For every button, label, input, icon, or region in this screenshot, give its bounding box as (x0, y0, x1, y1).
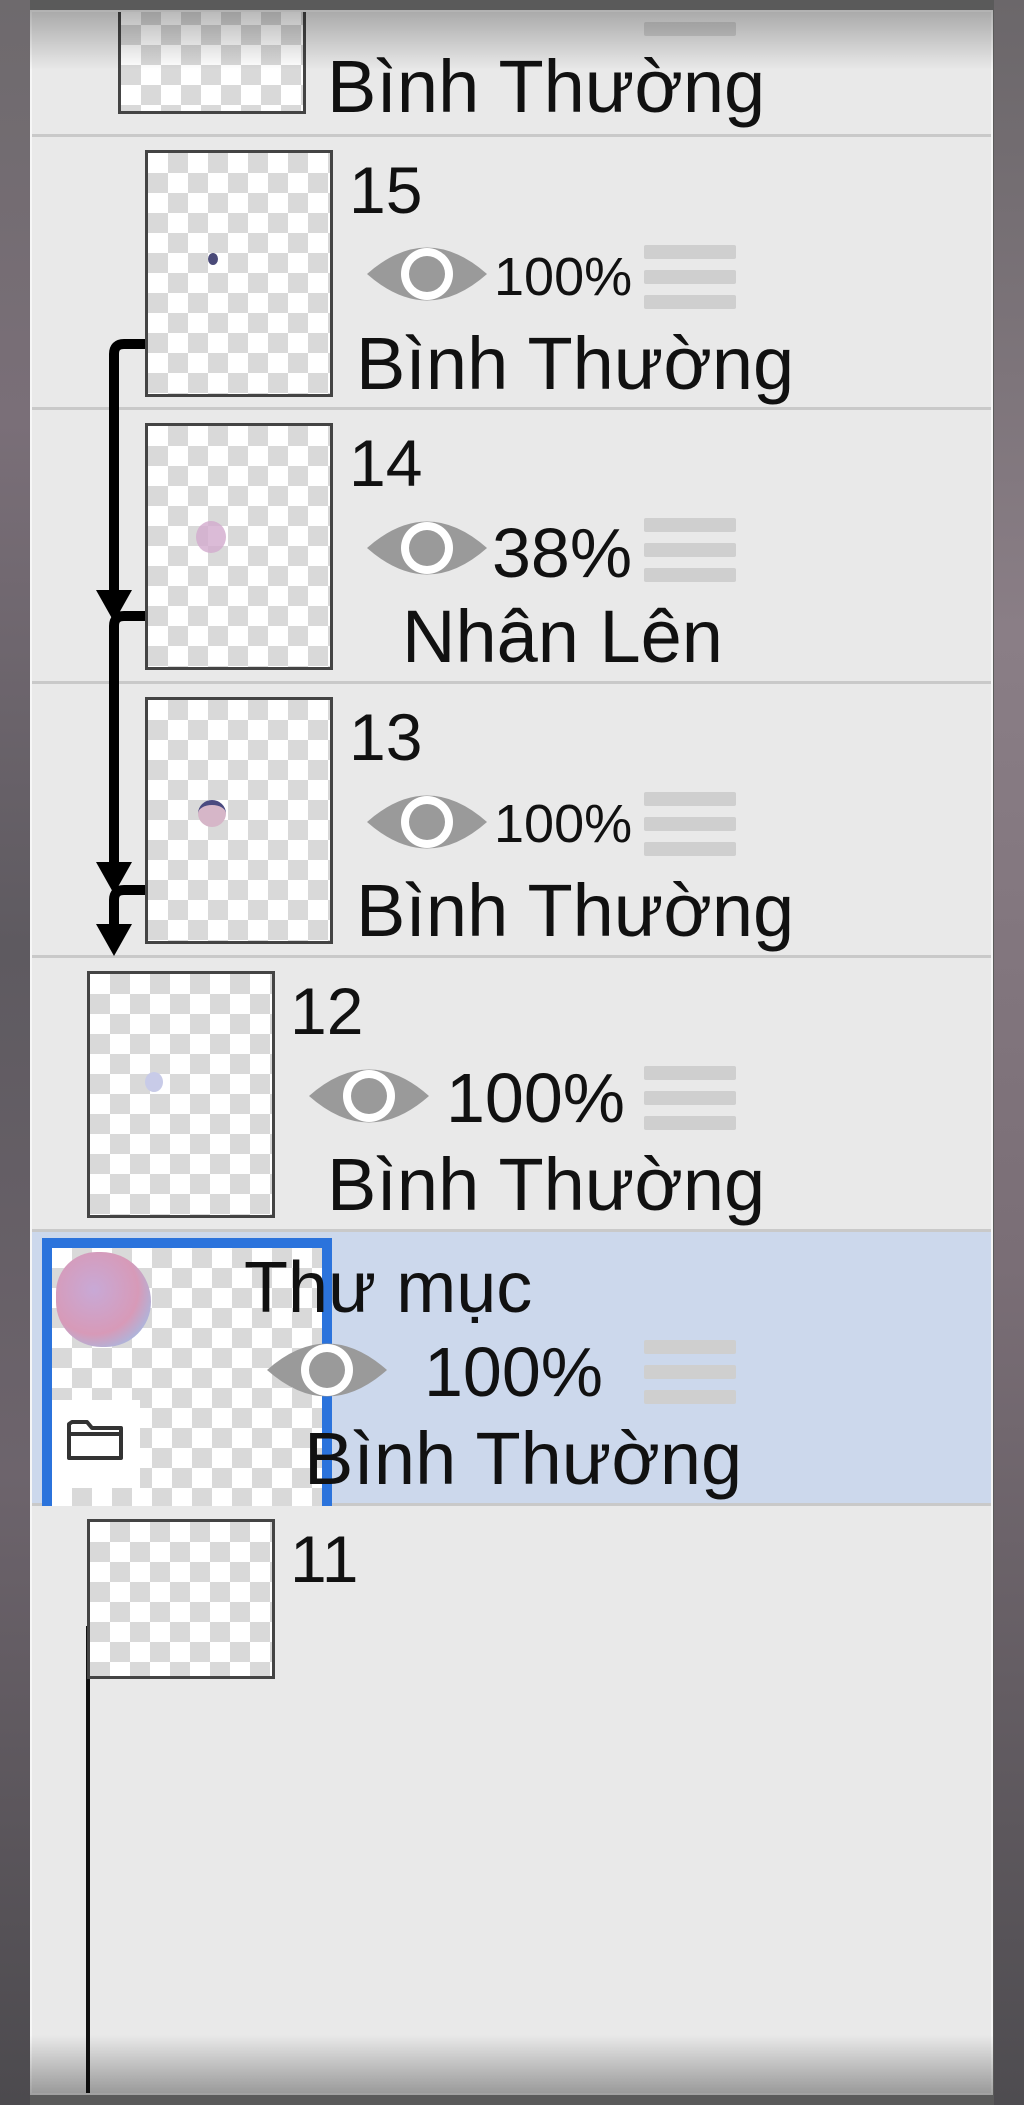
layer-row-top[interactable]: Bình Thường (32, 10, 991, 137)
layer-number: 15 (349, 153, 423, 227)
blend-mode[interactable]: Bình Thường (304, 1422, 742, 1496)
drag-handle-icon[interactable] (644, 245, 736, 309)
layer-number: 14 (349, 426, 423, 500)
eye-icon[interactable] (362, 779, 492, 865)
eye-icon[interactable] (262, 1327, 392, 1413)
opacity-value[interactable]: 38% (492, 518, 632, 588)
layer-row-14[interactable]: 14 38% Nhân Lên (32, 410, 991, 684)
opacity-value[interactable]: 100% (424, 1337, 603, 1407)
blend-mode[interactable]: Nhân Lên (402, 600, 723, 674)
layer-number: 13 (349, 700, 423, 774)
opacity-value[interactable]: 100% (446, 1063, 625, 1133)
background-artwork-left (0, 0, 30, 2105)
blend-mode[interactable]: Bình Thường (327, 50, 765, 124)
folder-name[interactable]: Thư mục (244, 1252, 532, 1324)
thumbnail-content (56, 1252, 151, 1347)
layer-thumbnail[interactable] (145, 150, 333, 397)
layer-number: 12 (290, 974, 364, 1048)
opacity-value[interactable]: 100% (494, 797, 632, 851)
eye-icon[interactable] (334, 10, 464, 26)
layer-number: 11 (290, 1522, 359, 1596)
background-artwork-right (994, 0, 1024, 2105)
layer-thumbnail[interactable] (118, 12, 306, 114)
drag-handle-icon[interactable] (644, 1066, 736, 1130)
drag-handle-icon[interactable] (644, 518, 736, 582)
layer-thumbnail[interactable] (145, 697, 333, 944)
layer-panel[interactable]: Bình Thường 15 100% Bình Thường 14 38% N (30, 10, 993, 2095)
layer-row-folder[interactable]: Thư mục 100% Bình Thường (32, 1232, 991, 1594)
layer-thumbnail[interactable] (87, 1519, 275, 1679)
eye-icon[interactable] (304, 1053, 434, 1139)
layer-thumbnail[interactable] (87, 971, 275, 1218)
layer-row-12[interactable]: 12 100% Bình Thường (32, 958, 991, 1232)
layer-row-15[interactable]: 15 100% Bình Thường (32, 137, 991, 410)
clip-arrow-icon (96, 885, 145, 956)
clip-arrow-icon (96, 339, 145, 622)
eye-icon[interactable] (362, 505, 492, 591)
thumbnail-content (145, 1072, 163, 1092)
opacity-value[interactable]: 100% (494, 250, 632, 304)
layer-row-13[interactable]: 13 100% Bình Thường (32, 684, 991, 958)
blend-mode[interactable]: Bình Thường (327, 1148, 765, 1222)
thumbnail-content (208, 253, 218, 265)
thumbnail-content (198, 800, 226, 827)
layer-thumbnail[interactable] (145, 423, 333, 670)
layer-row-11[interactable]: 11 (32, 1506, 991, 1679)
drag-handle-icon[interactable] (644, 792, 736, 856)
clip-arrow-icon (96, 611, 145, 894)
eye-icon[interactable] (362, 231, 492, 317)
blend-mode[interactable]: Bình Thường (356, 874, 794, 948)
drag-handle-icon[interactable] (644, 12, 736, 36)
drag-handle-icon[interactable] (644, 1340, 736, 1404)
thumbnail-content (196, 521, 226, 553)
folder-icon (67, 1420, 123, 1460)
blend-mode[interactable]: Bình Thường (356, 327, 794, 401)
